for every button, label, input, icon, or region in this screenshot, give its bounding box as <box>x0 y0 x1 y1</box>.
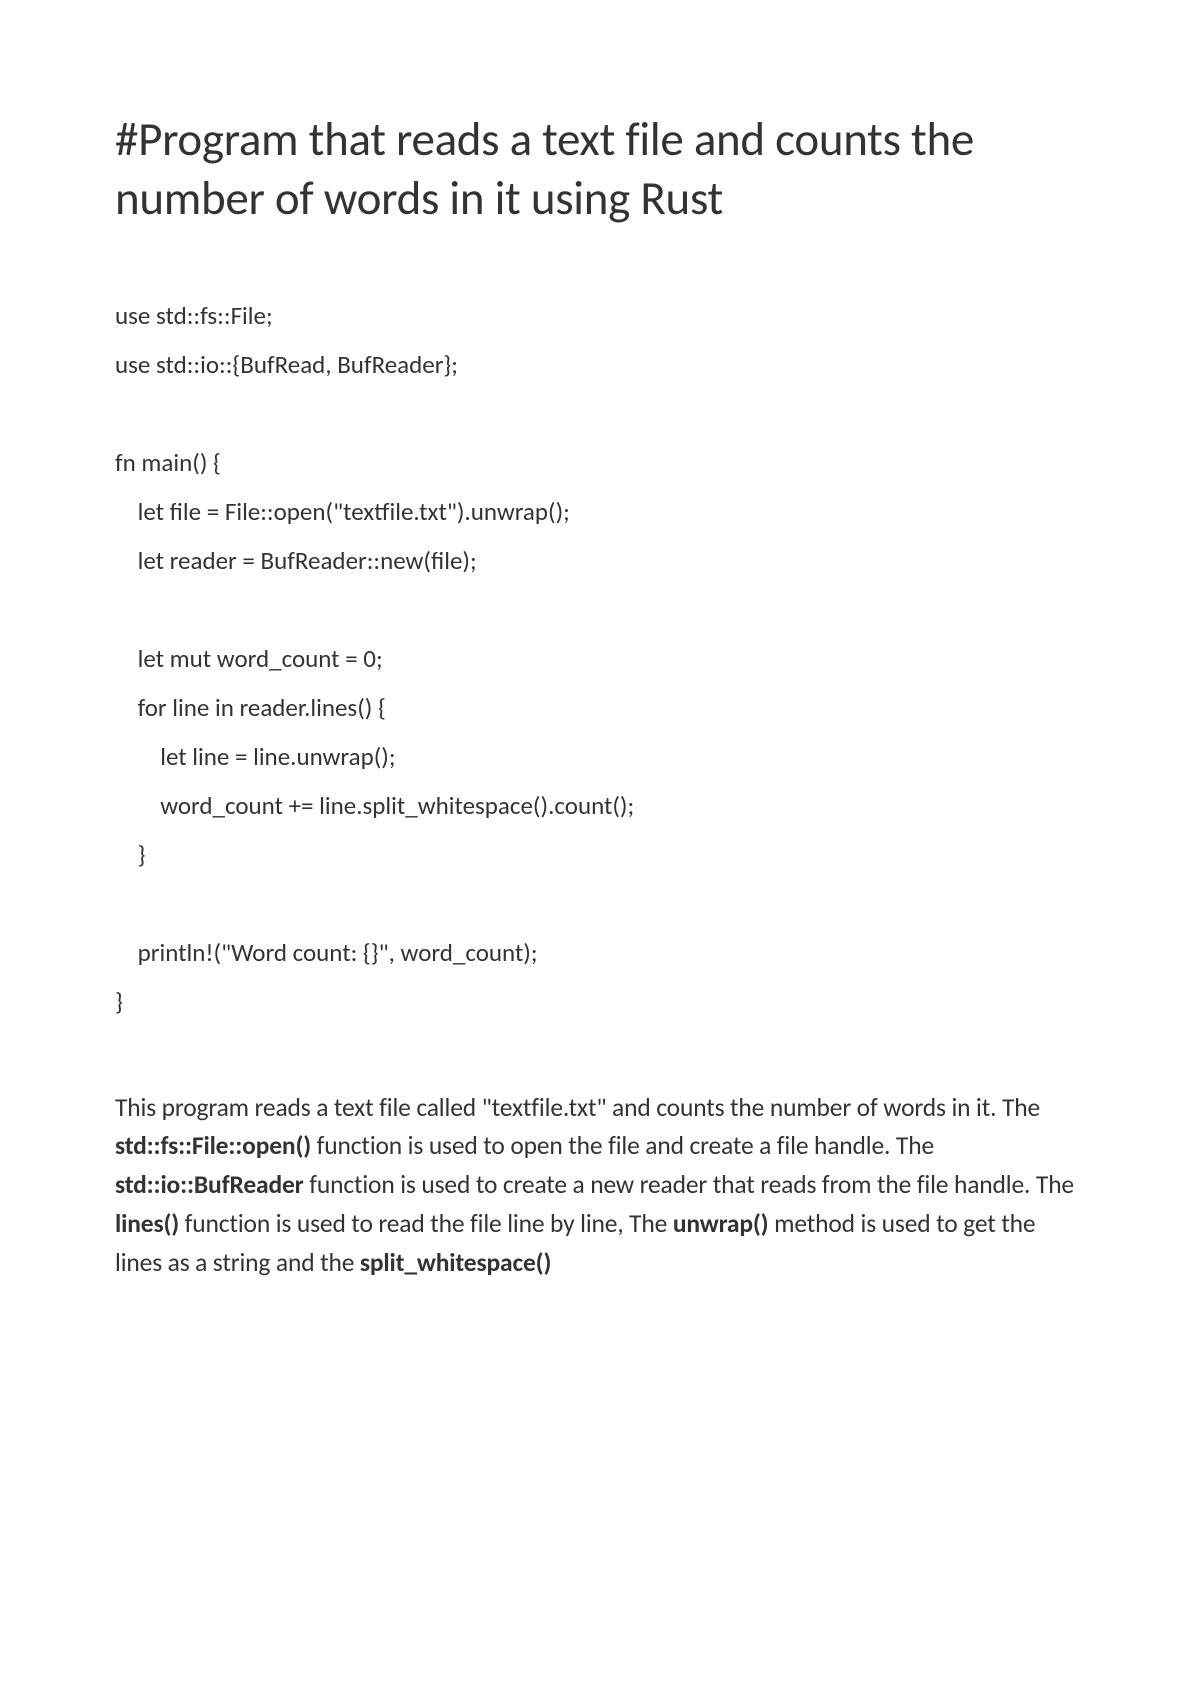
code-line: } <box>115 989 1085 1014</box>
explanation-bold: split_whitespace() <box>360 1247 551 1278</box>
code-blank-line <box>115 891 1085 940</box>
explanation-bold: unwrap() <box>673 1208 769 1239</box>
explanation-bold: std::io::BufReader <box>115 1169 304 1200</box>
explanation-text: This program reads a text file called "t… <box>115 1092 1040 1123</box>
code-blank-line <box>115 597 1085 646</box>
document-title: #Program that reads a text file and coun… <box>115 110 1085 228</box>
code-line: let file = File::open("textfile.txt").un… <box>115 499 1085 524</box>
explanation-bold: lines() <box>115 1208 179 1239</box>
code-line: println!("Word count: {}", word_count); <box>115 940 1085 965</box>
explanation-text: function is used to open the file and cr… <box>311 1130 934 1161</box>
explanation-bold: std::fs::File::open() <box>115 1130 311 1161</box>
explanation-paragraph: This program reads a text file called "t… <box>115 1089 1085 1283</box>
code-block: use std::fs::File; use std::io::{BufRead… <box>115 303 1085 1014</box>
code-blank-line <box>115 401 1085 450</box>
code-line: let line = line.unwrap(); <box>115 744 1085 769</box>
code-line: fn main() { <box>115 450 1085 475</box>
code-line: for line in reader.lines() { <box>115 695 1085 720</box>
code-line: use std::io::{BufRead, BufReader}; <box>115 352 1085 377</box>
code-line: let mut word_count = 0; <box>115 646 1085 671</box>
code-line: let reader = BufReader::new(file); <box>115 548 1085 573</box>
code-line: word_count += line.split_whitespace().co… <box>115 793 1085 818</box>
explanation-text: function is used to create a new reader … <box>304 1169 1074 1200</box>
code-line: } <box>115 842 1085 867</box>
code-line: use std::fs::File; <box>115 303 1085 328</box>
explanation-text: function is used to read the file line b… <box>179 1208 673 1239</box>
